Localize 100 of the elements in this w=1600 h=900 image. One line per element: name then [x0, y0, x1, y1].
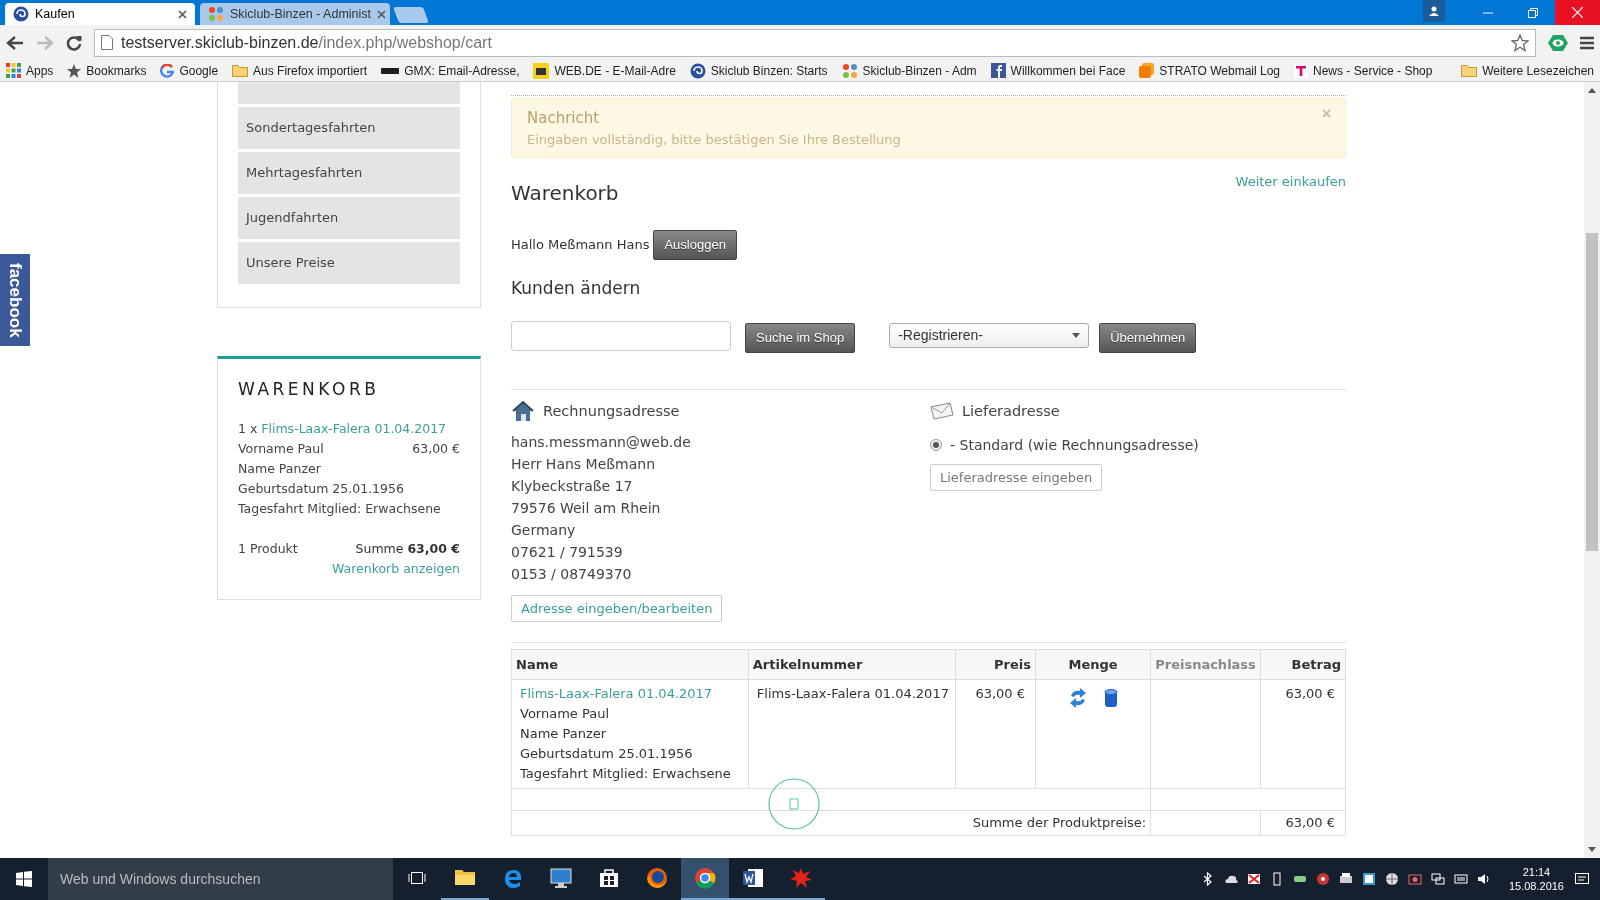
- menu-item[interactable]: Mehrtagesfahrten: [238, 152, 460, 194]
- address-field[interactable]: testserver.skiclub-binzen.de/index.php/webshop/cart: [94, 28, 1536, 57]
- logo-icon: [533, 62, 550, 79]
- bookmark-link[interactable]: WEB.DE - E-Mail-Adre: [533, 61, 676, 80]
- radio-label[interactable]: - Standard (wie Rechnungsadresse): [950, 433, 1199, 456]
- bookmark-link[interactable]: Google: [160, 61, 219, 80]
- folder-icon: [232, 64, 249, 77]
- window-icon[interactable]: [1361, 872, 1376, 886]
- grid-icon: [6, 63, 21, 78]
- bookmark-link[interactable]: Aus Firefox importiert: [232, 61, 368, 80]
- logout-button[interactable]: Ausloggen: [653, 230, 737, 260]
- bookmark-link[interactable]: Bookmarks: [67, 61, 147, 80]
- section-heading: Lieferadresse: [962, 401, 1060, 421]
- column-header: Name: [511, 649, 749, 680]
- column-header: Preisnachlass: [1150, 649, 1261, 680]
- scroll-down-icon[interactable]: [1588, 847, 1596, 853]
- cart-item-line: 1 x Flims-Laax-Falera 01.04.2017: [238, 419, 448, 438]
- document-icon: [742, 867, 764, 889]
- bookmark-link[interactable]: News - Service - Shop: [1294, 61, 1433, 80]
- bookmark-link[interactable]: Willkommen bei Face: [990, 61, 1126, 80]
- globe-icon[interactable]: [1384, 872, 1399, 886]
- close-icon[interactable]: [178, 9, 187, 19]
- logo-icon: [841, 62, 858, 79]
- scroll-up-icon[interactable]: [1588, 87, 1596, 93]
- eye-icon[interactable]: [1548, 33, 1568, 52]
- table-cell: Flims-Laax-Falera 01.04.2017: [748, 679, 956, 789]
- apply-button[interactable]: Übernehmen: [1099, 323, 1197, 353]
- bookmarks-folder[interactable]: Weitere Lesezeichen: [1461, 61, 1594, 80]
- section-heading: Kunden ändern: [511, 276, 642, 300]
- bookmark-link[interactable]: STRATO Webmail Log: [1139, 61, 1281, 80]
- chrome-icon: [694, 867, 716, 889]
- table-cell: 63,00 €: [1260, 810, 1346, 836]
- page-icon: [101, 35, 113, 50]
- search-field[interactable]: Web und Windows durchsuchen: [48, 858, 393, 900]
- logo-icon: [1139, 63, 1155, 78]
- browser-tab[interactable]: Skiclub-Binzen - Administ: [200, 3, 390, 25]
- product-detail: Vorname Paul: [520, 705, 611, 723]
- column-header: Artikelnummer: [748, 649, 956, 680]
- logo-icon: [381, 66, 400, 75]
- table-cell: 63,00 €: [1260, 679, 1346, 789]
- section-heading: Rechnungsadresse: [543, 401, 680, 421]
- cart-item-detail: Name Panzer: [238, 459, 322, 478]
- network-icon[interactable]: [1430, 872, 1445, 886]
- windows-icon: [16, 871, 32, 887]
- column-header: Menge: [1035, 649, 1151, 680]
- menu-item[interactable]: Unsere Preise: [238, 242, 460, 284]
- search-button[interactable]: Suche im Shop: [745, 323, 856, 353]
- menu-item[interactable]: Sondertagesfahrten: [238, 107, 460, 149]
- envelope-icon: [930, 401, 954, 420]
- circle-icon: [768, 778, 820, 830]
- column-header: Preis: [955, 649, 1036, 680]
- enter-shipping-button[interactable]: Lieferadresse eingeben: [930, 463, 1103, 491]
- back-icon[interactable]: [6, 34, 24, 51]
- bookmark-link[interactable]: Skiclub Binzen: Starts: [689, 61, 828, 80]
- restore-icon: [1527, 7, 1538, 18]
- address-line: Germany: [511, 520, 577, 540]
- notifications-icon[interactable]: [1574, 871, 1590, 887]
- bookmark-link[interactable]: GMX: Email-Adresse,: [381, 61, 520, 80]
- edge-icon: [502, 867, 524, 889]
- monitor-icon: [550, 867, 572, 889]
- sum-label: Summe der Produktpreise:: [972, 815, 1147, 830]
- close-icon: [1572, 7, 1583, 18]
- new-tab-button[interactable]: [393, 7, 429, 23]
- bookmark-link[interactable]: Apps: [6, 61, 54, 80]
- table-cell: 63,00 €: [955, 679, 1036, 789]
- logo-icon: [208, 6, 224, 22]
- logo-icon: [160, 63, 175, 78]
- address-line: 0153 / 08749370: [511, 564, 633, 584]
- printer-icon[interactable]: [1338, 872, 1353, 886]
- keyboard-icon[interactable]: [1453, 872, 1468, 886]
- speaker-icon[interactable]: [1476, 872, 1491, 886]
- star-icon: [67, 63, 82, 78]
- logo-icon: [990, 63, 1006, 78]
- fox-icon: [646, 867, 668, 889]
- page-heading: Warenkorb: [511, 180, 619, 207]
- search-field[interactable]: [511, 320, 731, 351]
- greeting-text: Hallo Meßmann Hans: [511, 236, 650, 254]
- browser-tab[interactable]: Kaufen: [5, 3, 195, 25]
- star-icon[interactable]: [1511, 33, 1529, 52]
- person-icon: [1429, 6, 1439, 16]
- menu-item[interactable]: Jugendfahrten: [238, 197, 460, 239]
- close-icon[interactable]: [377, 9, 387, 19]
- address-line: Klybeckstraße 17: [511, 476, 634, 496]
- alert-message: Eingaben vollständig, bitte bestätigen Sie Ihre Bestellung: [527, 130, 902, 149]
- swirl-icon: [13, 6, 29, 22]
- trash-icon[interactable]: [1104, 688, 1119, 708]
- splat-icon: [790, 867, 812, 889]
- register-dropdown[interactable]: -Registrieren-: [889, 323, 1090, 349]
- profile-button[interactable]: [1423, 0, 1445, 22]
- scrollbar-thumb[interactable]: [1586, 233, 1598, 551]
- alert-title: Nachricht: [527, 108, 600, 129]
- bookmark-link[interactable]: Skiclub-Binzen - Adm: [841, 61, 977, 80]
- camera-icon[interactable]: [1407, 872, 1422, 886]
- menu-icon[interactable]: [1580, 35, 1594, 50]
- task-view-icon: [408, 871, 426, 885]
- reload-icon[interactable]: [66, 34, 82, 51]
- address-line: Herr Hans Meßmann: [511, 454, 657, 474]
- facebook-tab[interactable]: facebook: [0, 254, 30, 346]
- cart-title: WARENKORB: [238, 378, 381, 401]
- radio-button[interactable]: [930, 438, 942, 451]
